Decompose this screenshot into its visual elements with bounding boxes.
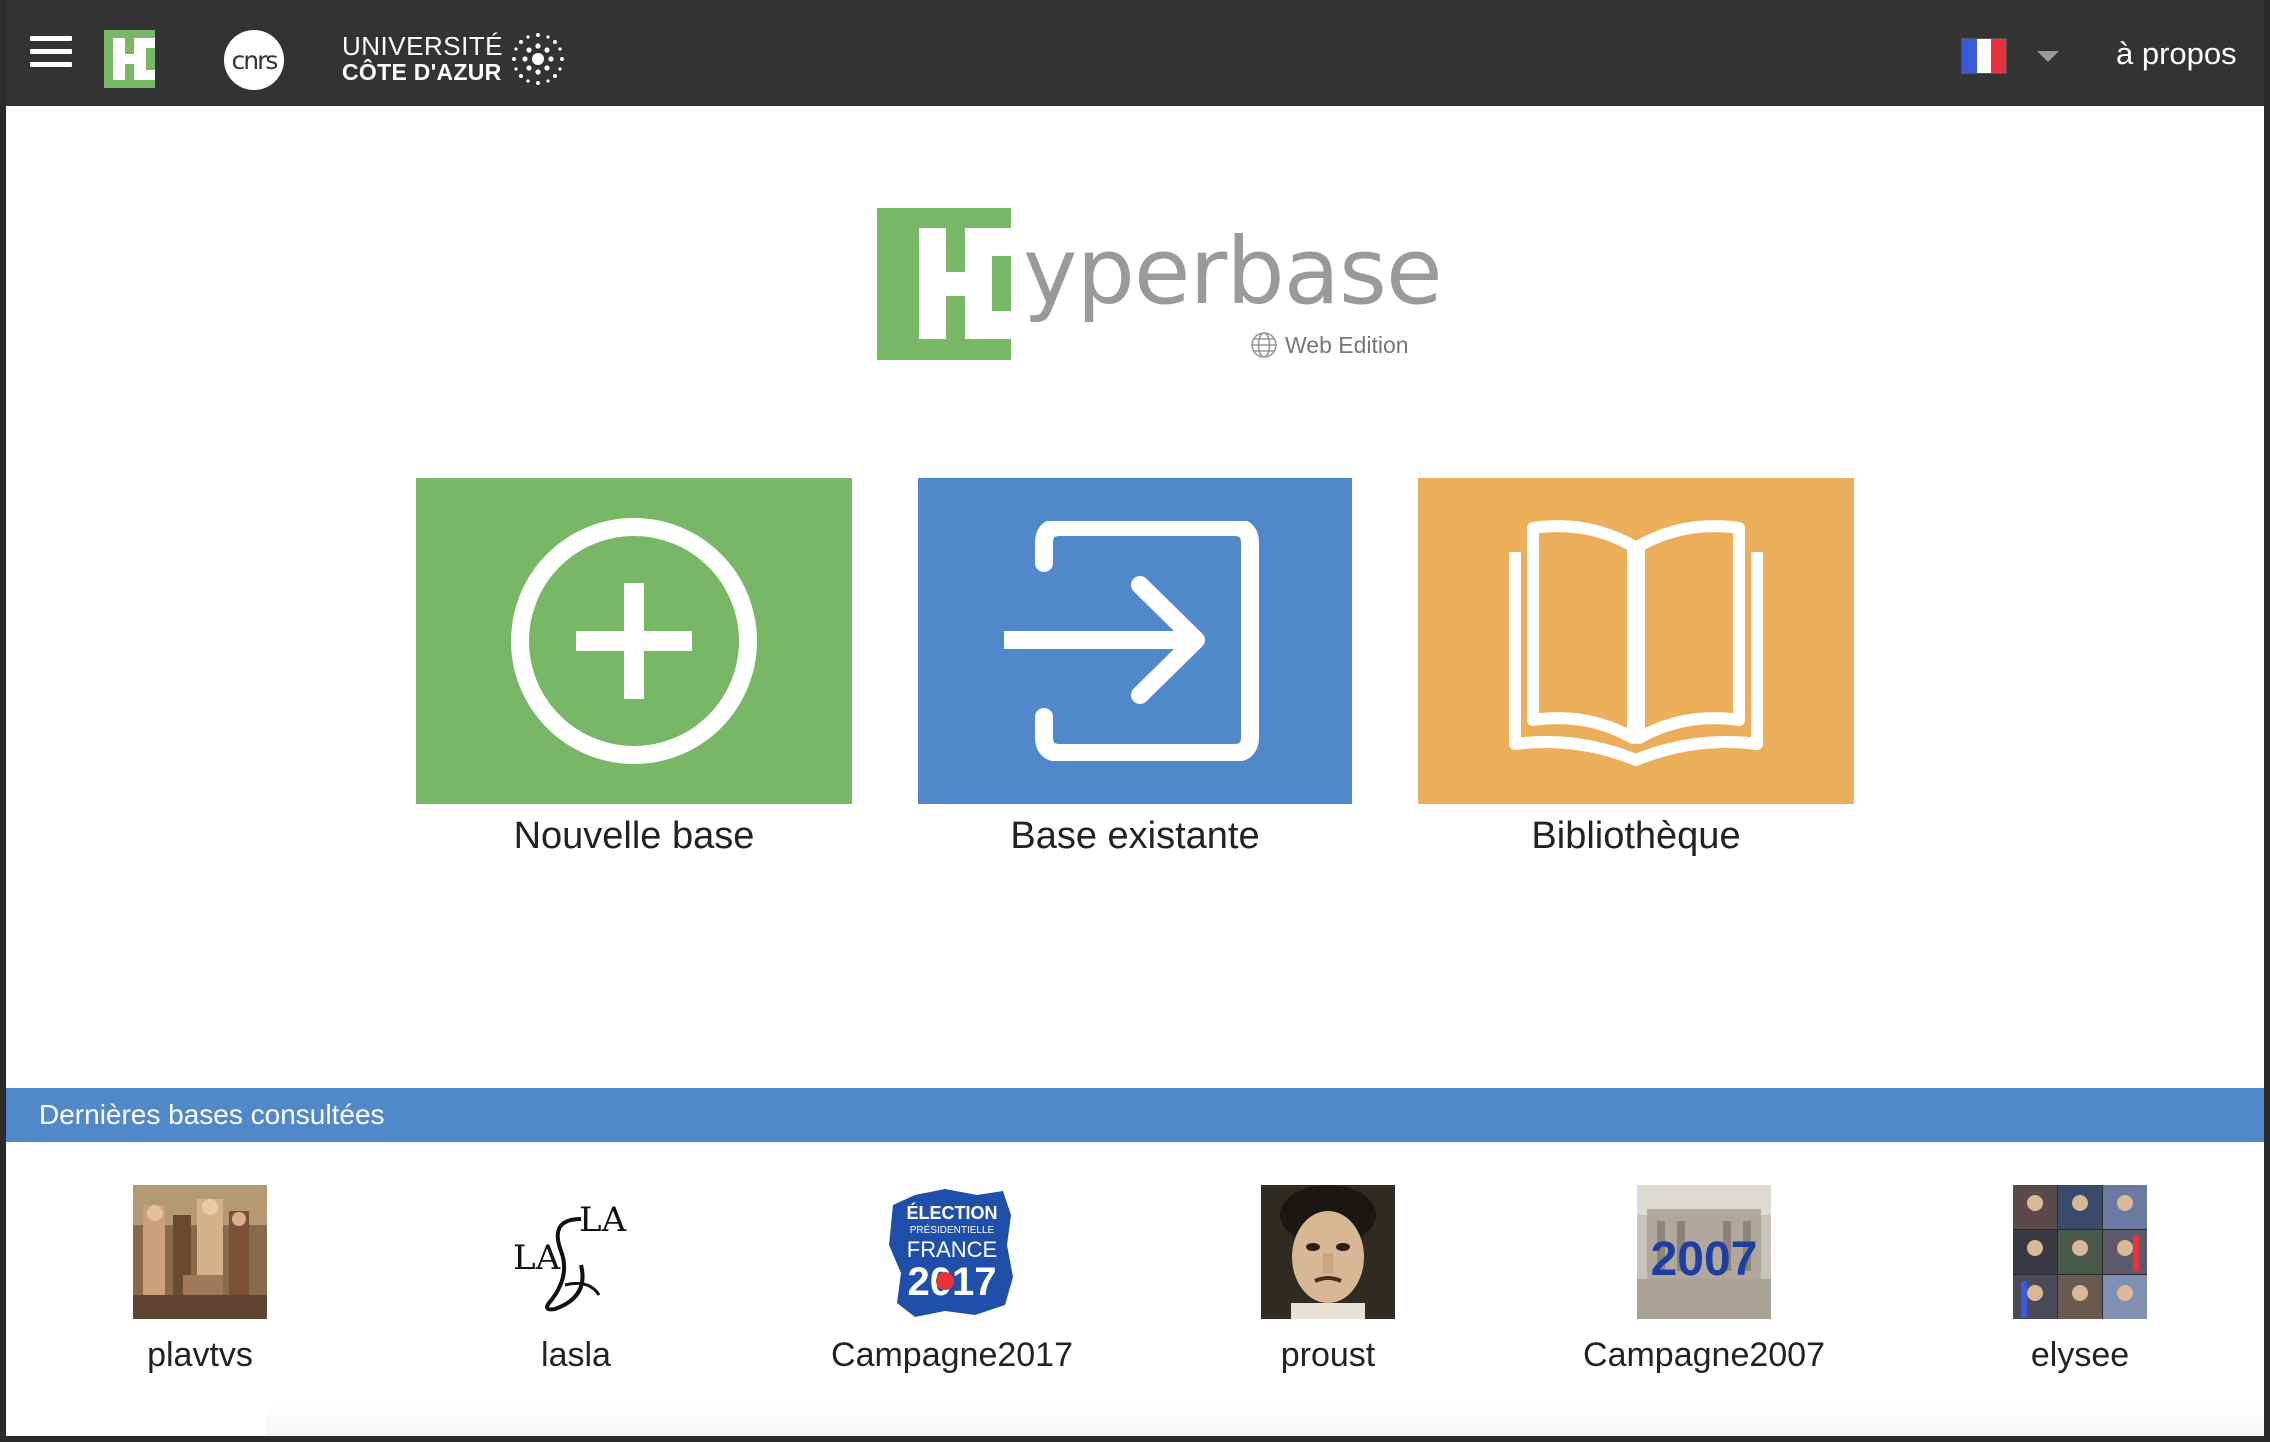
globe-icon (1251, 332, 1277, 358)
library-button[interactable] (1418, 478, 1854, 804)
universite-cote-azur-logo[interactable]: UNIVERSITÉ CÔTE D'AZUR (342, 30, 565, 88)
open-book-icon (1509, 520, 1763, 766)
existing-base-label[interactable]: Base existante (918, 815, 1352, 858)
app-window: cnrs UNIVERSITÉ CÔTE D'AZUR à propos ype… (6, 0, 2264, 1436)
new-base-label[interactable]: Nouvelle base (416, 815, 852, 858)
recent-base-label: Campagne2007 (1583, 1336, 1825, 1374)
recent-base-lasla[interactable]: LA LA lasla (446, 1185, 706, 1375)
lasla-thumbnail: LA LA (509, 1185, 643, 1319)
elysee-thumbnail (2013, 1185, 2147, 1319)
recent-base-plavtvs[interactable]: plavtvs (70, 1185, 330, 1375)
hamburger-menu-icon[interactable] (30, 36, 72, 68)
lasla-logo-text-top: LA (579, 1200, 627, 1240)
existing-base-button[interactable] (918, 478, 1352, 804)
france-text: FRANCE (907, 1237, 997, 1262)
cnrs-logo[interactable]: cnrs (224, 30, 284, 90)
recent-base-label: Campagne2017 (831, 1336, 1073, 1374)
presidentielle-text: PRÉSIDENTIELLE (910, 1223, 995, 1236)
chevron-down-icon (2037, 50, 2059, 62)
bottom-shadow (266, 1400, 2264, 1436)
top-navbar: cnrs UNIVERSITÉ CÔTE D'AZUR à propos (6, 0, 2264, 106)
new-base-button[interactable] (416, 478, 852, 804)
plavtvs-thumbnail (133, 1185, 267, 1319)
library-label[interactable]: Bibliothèque (1418, 815, 1854, 858)
recent-base-campagne2017[interactable]: ÉLECTION PRÉSIDENTIELLE FRANCE 2017 Camp… (822, 1185, 1082, 1375)
recent-base-label: elysee (2030, 1336, 2130, 1374)
sign-in-arrow-icon (1004, 521, 1259, 761)
recent-base-proust[interactable]: proust (1198, 1185, 1458, 1375)
hyperbase-hero-logo: yperbase Web Edition (877, 208, 1443, 368)
plus-circle-icon (511, 518, 757, 764)
university-name-line1: UNIVERSITÉ (342, 31, 504, 61)
election-text: ÉLECTION (906, 1202, 997, 1223)
campagne2017-thumbnail: ÉLECTION PRÉSIDENTIELLE FRANCE 2017 (885, 1185, 1019, 1319)
university-name-line2: CÔTE D'AZUR (342, 59, 502, 85)
recent-bases-header: Dernières bases consultées (6, 1088, 2264, 1142)
uca-dots-icon (512, 33, 565, 85)
recent-base-label: plavtvs (147, 1336, 253, 1374)
language-selector[interactable] (1961, 36, 2059, 76)
hyperbase-h-logo[interactable] (104, 30, 155, 88)
hero-title: yperbase (1023, 218, 1443, 325)
year-2007-text: 2007 (1651, 1233, 1758, 1286)
about-link[interactable]: à propos (2116, 36, 2237, 72)
hyperbase-h-logo-large (877, 208, 1011, 360)
cnrs-logo-text: cnrs (231, 45, 279, 75)
campagne2007-thumbnail: 2007 (1637, 1185, 1771, 1319)
lasla-logo-text-left: LA (513, 1238, 561, 1278)
recent-base-elysee[interactable]: elysee (1950, 1185, 2210, 1375)
recent-base-label: lasla (541, 1336, 611, 1374)
proust-thumbnail (1261, 1185, 1395, 1319)
hero-subtitle-text: Web Edition (1285, 331, 1409, 358)
recent-base-campagne2007[interactable]: 2007 Campagne2007 (1574, 1185, 1834, 1375)
france-flag-icon (1961, 38, 2007, 74)
recent-base-label: proust (1280, 1336, 1376, 1374)
hero-subtitle: Web Edition (1249, 330, 1409, 360)
